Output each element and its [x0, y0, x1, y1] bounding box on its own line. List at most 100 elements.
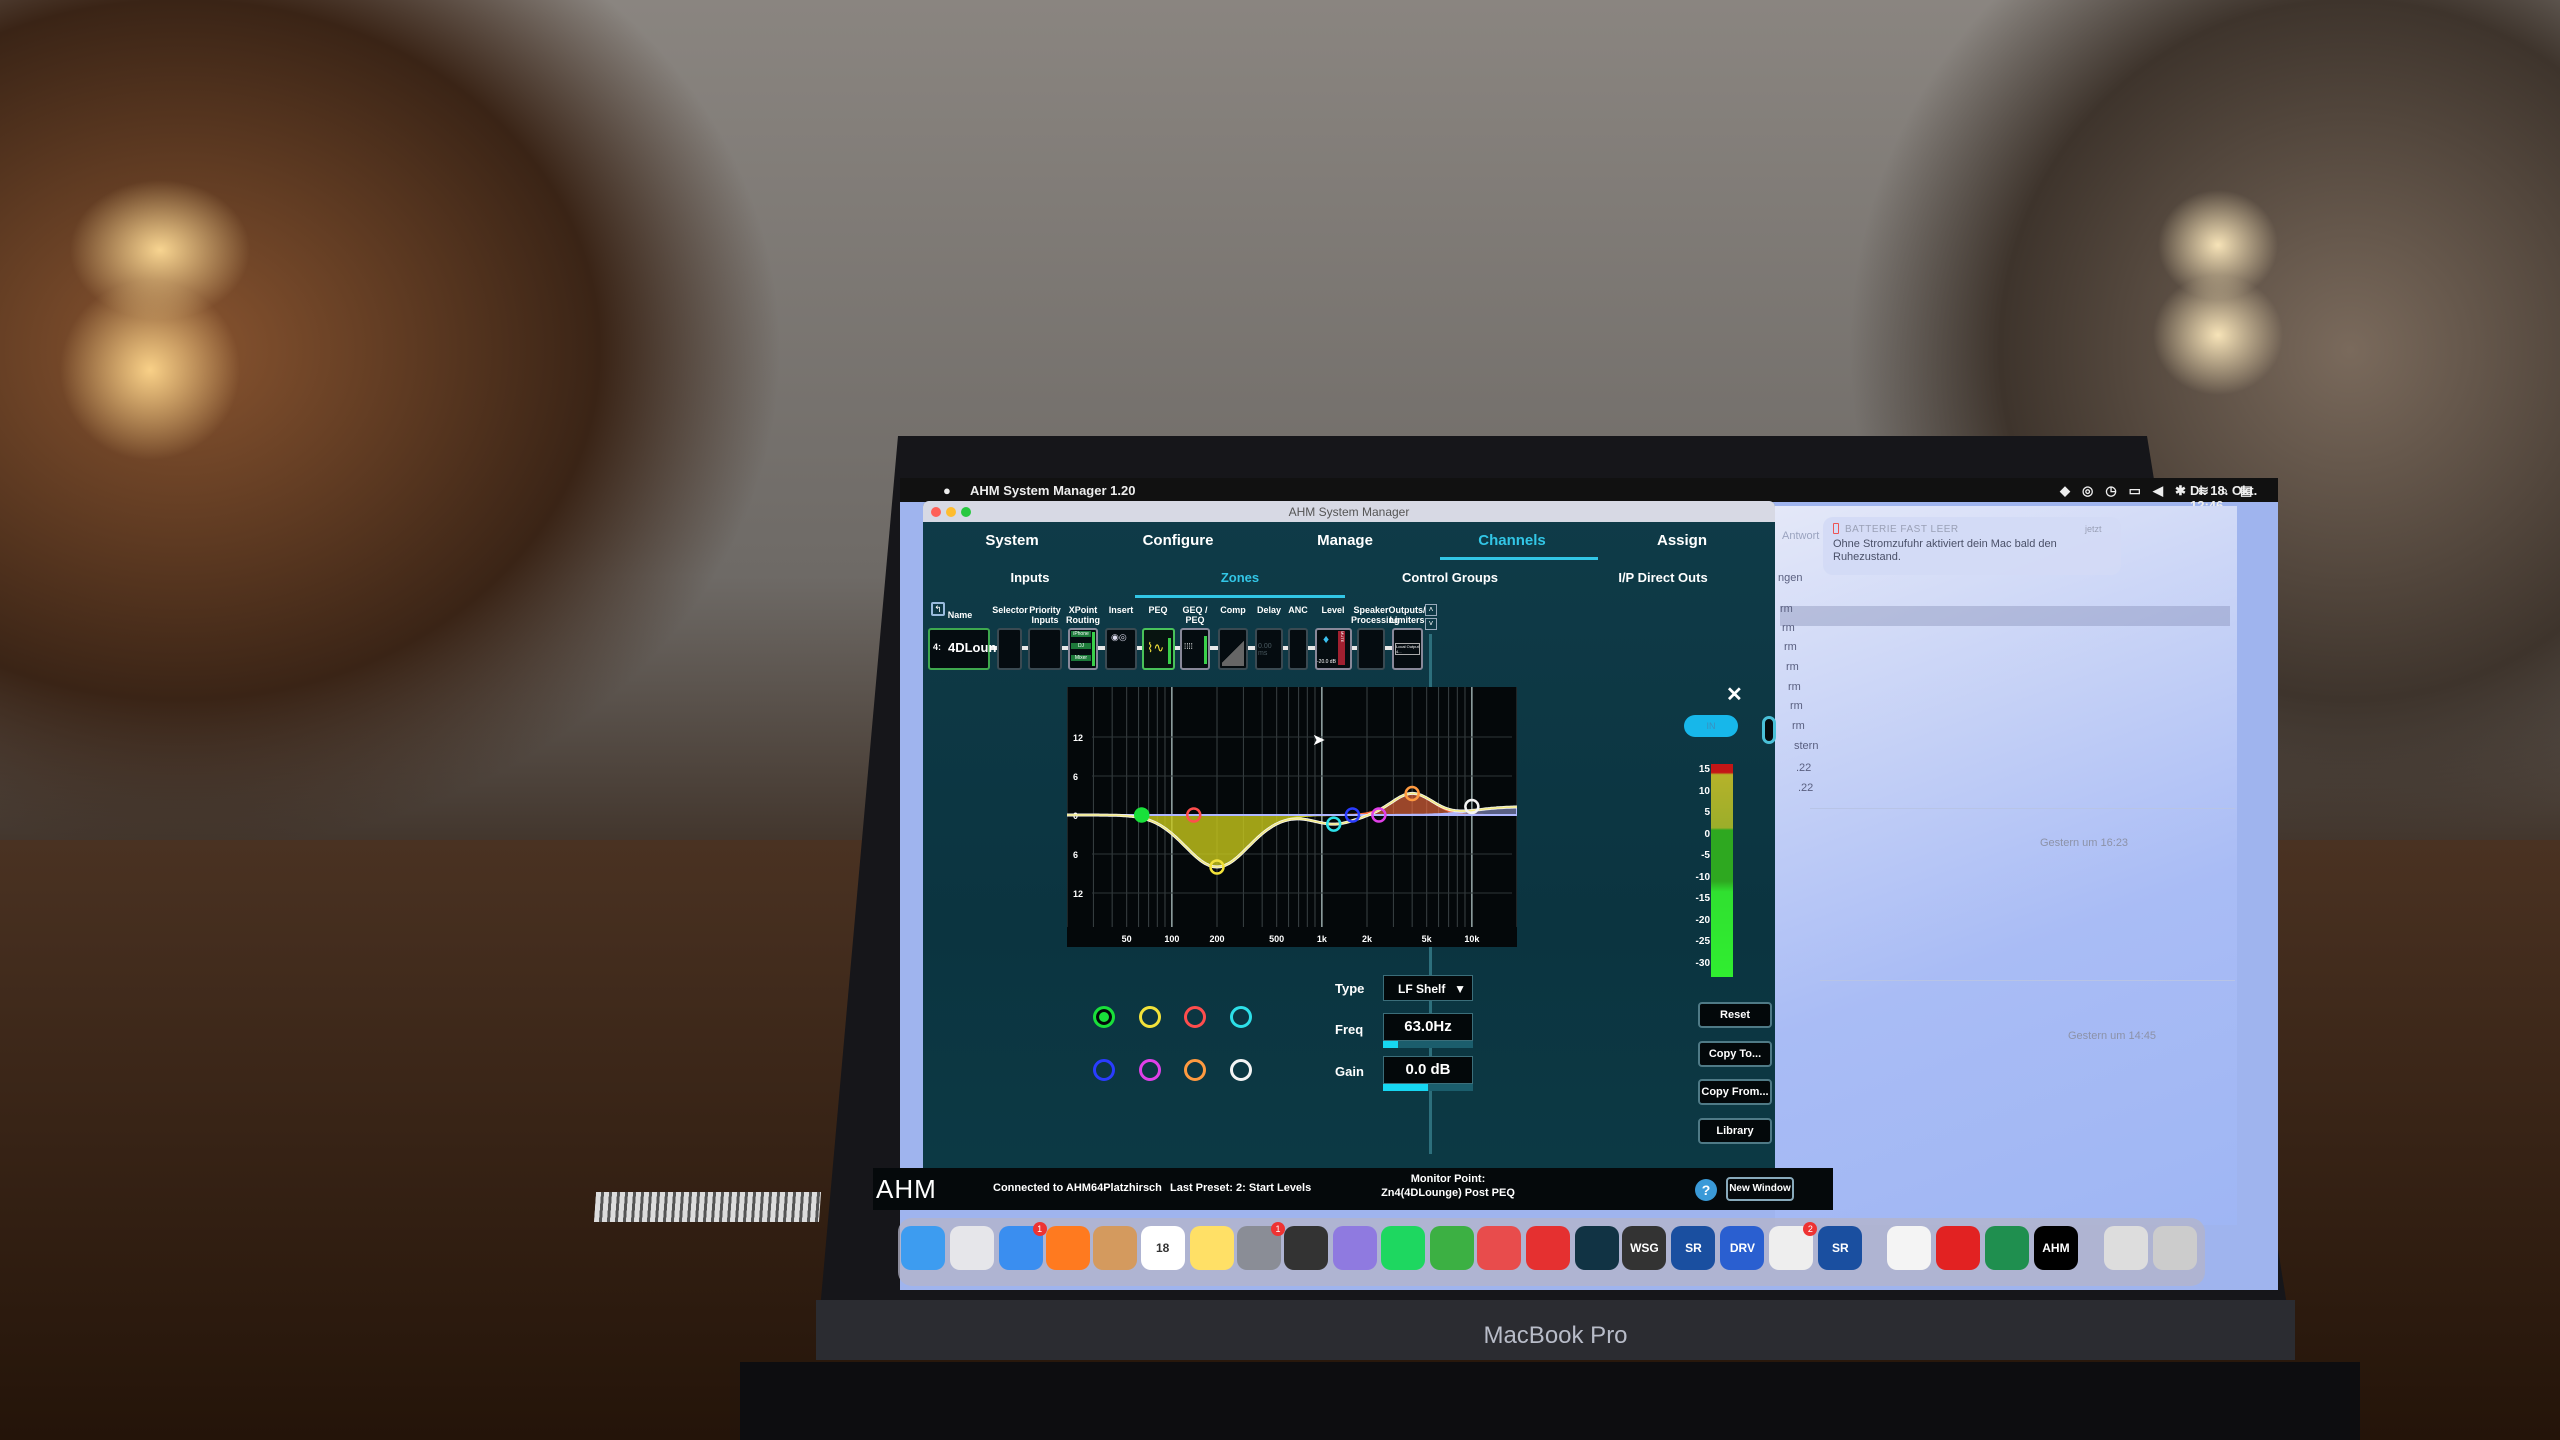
level-meter — [1711, 764, 1733, 977]
notes-list-item[interactable]: ngen — [1778, 572, 1802, 584]
tab-channels[interactable]: Channels — [1478, 532, 1546, 549]
selector-box[interactable] — [997, 628, 1022, 670]
dock-waveform-app-icon[interactable] — [1575, 1226, 1620, 1270]
notes-list-item[interactable]: rm — [1790, 700, 1803, 712]
laptop-chin: MacBook Pro — [816, 1300, 2295, 1360]
dock-contacts-icon[interactable] — [1093, 1226, 1138, 1270]
dock-launchpad-icon[interactable] — [949, 1226, 994, 1270]
band-select-button[interactable] — [1139, 1059, 1161, 1081]
tab-configure[interactable]: Configure — [1143, 532, 1214, 549]
dock-photos-icon[interactable] — [1886, 1226, 1931, 1270]
subtab-zones[interactable]: Zones — [1221, 570, 1259, 585]
level-value: -20.0 dB — [1317, 659, 1336, 665]
copy-to-button[interactable]: Copy To... — [1698, 1041, 1772, 1067]
notes-list-item[interactable]: rm — [1788, 681, 1801, 693]
total-eq-curve-highlight — [1067, 792, 1517, 868]
scroll-up-button[interactable]: ˄ — [1425, 604, 1437, 616]
band-select-button[interactable] — [1093, 1059, 1115, 1081]
strip-header: Speaker Processing — [1351, 605, 1400, 625]
dock-documents-icon[interactable] — [2104, 1226, 2149, 1270]
new-window-button[interactable]: New Window — [1726, 1177, 1794, 1201]
tab-manage[interactable]: Manage — [1317, 532, 1373, 549]
close-icon[interactable]: ✕ — [1726, 682, 1743, 707]
battery-notification[interactable]: BATTERIE FAST LEER jetzt Ohne Stromzufuh… — [1823, 517, 2121, 575]
insert-box[interactable]: ◉◎ — [1105, 628, 1137, 670]
freq-slider[interactable] — [1383, 1041, 1473, 1048]
dock-finder-icon[interactable] — [900, 1226, 945, 1270]
band-select-button[interactable] — [1139, 1006, 1161, 1028]
band-select-button[interactable] — [1093, 1006, 1115, 1028]
comp-box[interactable] — [1218, 628, 1248, 670]
dock-drv-icon[interactable]: DRV — [1720, 1226, 1765, 1270]
dock-red-app-2-icon[interactable] — [1526, 1226, 1571, 1270]
freq-label: Freq — [1335, 1022, 1364, 1037]
dock-flask-app-icon[interactable] — [1333, 1226, 1378, 1270]
peq-in-button[interactable]: IN — [1684, 715, 1738, 737]
panel-scroll-handle[interactable] — [1762, 716, 1776, 744]
notes-list-item[interactable]: rm — [1782, 622, 1795, 634]
speaker-processing-box[interactable] — [1357, 628, 1385, 670]
dock-trash-icon[interactable] — [2153, 1226, 2198, 1270]
notebook — [593, 1192, 822, 1222]
delay-box[interactable]: 0.00 ms — [1255, 628, 1283, 670]
status-bar: AHM Connected to AHM64Platzhirsch Last P… — [873, 1168, 1833, 1210]
dock-piano-icon[interactable] — [1284, 1226, 1329, 1270]
geq-peq-box[interactable]: ⁞⁞⁞⁞ — [1180, 628, 1210, 670]
dock-sr-wsg-icon[interactable]: SR — [1818, 1226, 1863, 1270]
priority-inputs-box[interactable] — [1028, 628, 1062, 670]
type-select[interactable]: LF Shelf ▼ — [1383, 975, 1473, 1001]
dock-firefox-icon[interactable] — [1045, 1226, 1090, 1270]
dock-sr-icon[interactable]: SR — [1671, 1226, 1716, 1270]
band-select-button[interactable] — [1230, 1006, 1252, 1028]
peq-graph[interactable]: 1260612501002005001k2k5k10k — [1066, 687, 1518, 947]
subtab-ip-direct-outs[interactable]: I/P Direct Outs — [1618, 570, 1707, 585]
battery-icon — [1833, 523, 1839, 534]
reset-button[interactable]: Reset — [1698, 1002, 1772, 1028]
tab-assign[interactable]: Assign — [1657, 532, 1707, 549]
freq-field[interactable]: 63.0Hz — [1383, 1013, 1473, 1041]
menu-app-name[interactable]: AHM System Manager 1.20 — [970, 483, 1135, 498]
dock-notes-icon[interactable] — [1189, 1226, 1234, 1270]
subtab-inputs[interactable]: Inputs — [1011, 570, 1050, 585]
subtab-control-groups[interactable]: Control Groups — [1402, 570, 1498, 585]
dock-browser-icon[interactable] — [1429, 1226, 1474, 1270]
dock-red-app-1-icon[interactable] — [1477, 1226, 1522, 1270]
meter-scale-label: -20 — [1695, 914, 1710, 926]
apple-icon[interactable]: ● — [943, 483, 951, 498]
help-icon[interactable]: ? — [1695, 1179, 1717, 1201]
band-select-button[interactable] — [1230, 1059, 1252, 1081]
anc-box[interactable] — [1288, 628, 1308, 670]
dock-excel-icon[interactable] — [1984, 1226, 2029, 1270]
scroll-down-button[interactable]: ˅ — [1425, 618, 1437, 630]
peq-curve-icon: ⌇∿ — [1147, 640, 1165, 655]
band-select-button[interactable] — [1184, 1006, 1206, 1028]
mute-button[interactable]: MUTE — [1338, 631, 1345, 665]
notes-list-item[interactable]: rm — [1780, 603, 1793, 615]
notes-list-item[interactable]: stern — [1794, 740, 1818, 752]
level-box[interactable]: ♦ MUTE -20.0 dB — [1315, 628, 1352, 670]
notes-list-item[interactable]: .22 — [1796, 762, 1811, 774]
channel-name-box[interactable]: 4: 4DLounge — [928, 628, 1012, 670]
gain-field[interactable]: 0.0 dB — [1383, 1056, 1473, 1084]
dock-acrobat-icon[interactable] — [1935, 1226, 1980, 1270]
dock-calendar-icon[interactable]: 18 — [1140, 1226, 1185, 1270]
notes-list-item[interactable]: .22 — [1798, 782, 1813, 794]
eq-band-handle[interactable] — [1133, 807, 1150, 823]
notes-list-item[interactable]: rm — [1792, 720, 1805, 732]
dock-spotify-icon[interactable] — [1380, 1226, 1425, 1270]
library-button[interactable]: Library — [1698, 1118, 1772, 1144]
peq-graph-svg[interactable]: 1260612501002005001k2k5k10k — [1066, 687, 1518, 947]
band-select-button[interactable] — [1184, 1059, 1206, 1081]
xpoint-routing-box[interactable]: iPhone DJ Mixer — [1068, 628, 1098, 670]
peq-box[interactable]: ⌇∿ — [1142, 628, 1175, 670]
copy-from-button[interactable]: Copy From... — [1698, 1079, 1772, 1105]
notes-list-item[interactable]: rm — [1784, 641, 1797, 653]
x-tick-label: 200 — [1209, 934, 1224, 944]
tab-system[interactable]: System — [985, 532, 1038, 549]
notes-list-item[interactable]: rm — [1786, 661, 1799, 673]
strip-header: Name — [947, 610, 973, 620]
outputs-limiters-box[interactable]: Local Output 4... — [1392, 628, 1423, 670]
gain-slider[interactable] — [1383, 1084, 1473, 1091]
dock-ahm-icon[interactable]: AHM — [2033, 1226, 2078, 1270]
dock-wsg-icon[interactable]: WSG — [1622, 1226, 1667, 1270]
